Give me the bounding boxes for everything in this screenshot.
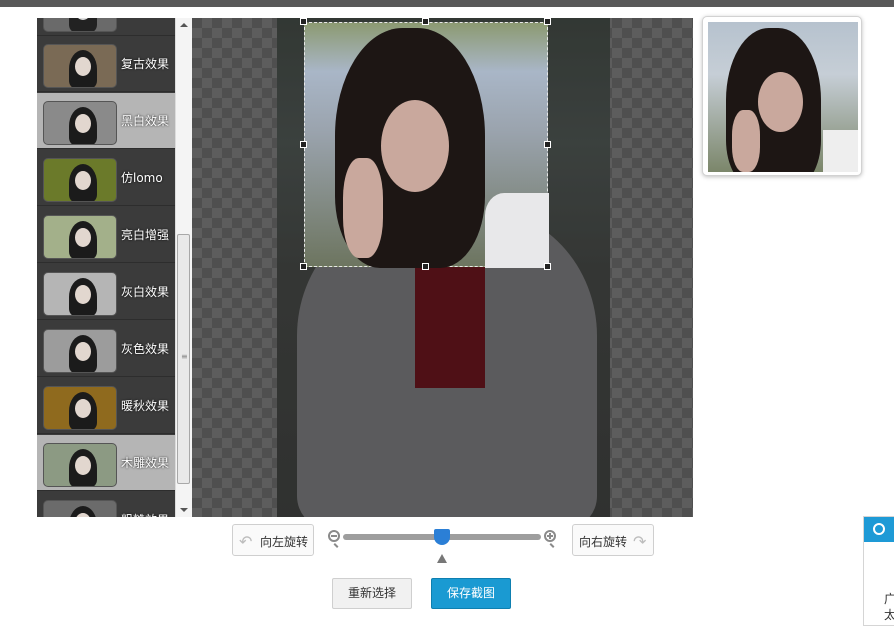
rotate-left-icon: ↶ [239, 532, 253, 551]
effect-item-partial[interactable] [37, 18, 175, 36]
crop-handle-top-right[interactable] [544, 18, 551, 25]
crop-handle-bottom-right[interactable] [544, 263, 551, 270]
save-screenshot-button[interactable]: 保存截图 [431, 578, 511, 609]
crop-handle-top[interactable] [422, 18, 429, 25]
zoom-in-icon[interactable] [544, 530, 556, 542]
effect-item[interactable]: 灰白效果 [37, 264, 175, 320]
effect-label: 木雕效果 [121, 456, 170, 470]
zoom-out-icon[interactable] [328, 530, 340, 542]
effect-item[interactable]: 黑白效果 [37, 93, 175, 149]
effect-thumbnail [43, 386, 117, 430]
rotate-right-icon: ↷ [633, 532, 647, 551]
effect-item[interactable]: 粗糙效果 [37, 492, 175, 517]
effect-item[interactable]: 灰色效果 [37, 321, 175, 377]
effect-thumbnail [43, 44, 117, 88]
effect-item[interactable]: 木雕效果 [37, 435, 175, 491]
effect-label: 亮白增强 [121, 228, 170, 242]
preview-image [708, 22, 858, 172]
effect-label: 暖秋效果 [121, 399, 170, 413]
effect-thumbnail [43, 101, 117, 145]
effect-item[interactable]: 亮白增强 [37, 207, 175, 263]
side-widget[interactable]: 广 太 [863, 516, 894, 626]
effect-thumbnail [43, 18, 117, 32]
rotate-right-button[interactable]: 向右旋转 ↷ [572, 524, 654, 556]
effect-thumbnail [43, 272, 117, 316]
side-widget-text: 广 太 [884, 592, 894, 622]
effect-label: 复古效果 [121, 57, 170, 71]
effect-label: 粗糙效果 [121, 511, 169, 517]
zoom-slider-knob[interactable] [434, 529, 450, 545]
scroll-up-arrow-icon[interactable] [180, 23, 188, 27]
crop-handle-top-left[interactable] [300, 18, 307, 25]
crop-handle-bottom-left[interactable] [300, 263, 307, 270]
crop-handle-left[interactable] [300, 141, 307, 148]
effect-label: 仿lomo [121, 171, 163, 185]
rotate-right-label: 向右旋转 [579, 535, 628, 549]
effect-thumbnail [43, 215, 117, 259]
effects-scrollbar[interactable]: ≡ [175, 18, 192, 517]
crop-selection[interactable] [304, 22, 549, 268]
crop-preview [702, 16, 862, 176]
rotate-left-label: 向左旋转 [260, 535, 309, 549]
widget-icon [873, 523, 885, 535]
crop-handle-bottom[interactable] [422, 263, 429, 270]
scroll-thumb[interactable]: ≡ [177, 234, 190, 484]
reselect-button[interactable]: 重新选择 [332, 578, 412, 609]
scroll-down-arrow-icon[interactable] [180, 508, 188, 512]
effect-item[interactable]: 暖秋效果 [37, 378, 175, 434]
effect-thumbnail [43, 158, 117, 202]
effect-item[interactable]: 仿lomo [37, 150, 175, 206]
crop-handle-right[interactable] [544, 141, 551, 148]
effects-list: 复古效果黑白效果仿lomo 亮白增强灰白效果灰色效果暖秋效果木雕效果粗糙效果 [37, 18, 175, 517]
effect-item[interactable]: 复古效果 [37, 36, 175, 92]
effect-thumbnail [43, 329, 117, 373]
top-bar [0, 0, 894, 7]
effect-thumbnail [43, 500, 117, 517]
crop-canvas[interactable] [192, 18, 693, 517]
effect-label: 灰色效果 [121, 342, 170, 356]
effect-thumbnail [43, 443, 117, 487]
rotate-left-button[interactable]: ↶ 向左旋转 [232, 524, 314, 556]
zoom-slider-marker-icon [437, 554, 447, 563]
effect-label: 黑白效果 [121, 114, 170, 128]
effect-label: 灰白效果 [121, 285, 170, 299]
side-widget-header [864, 517, 894, 542]
